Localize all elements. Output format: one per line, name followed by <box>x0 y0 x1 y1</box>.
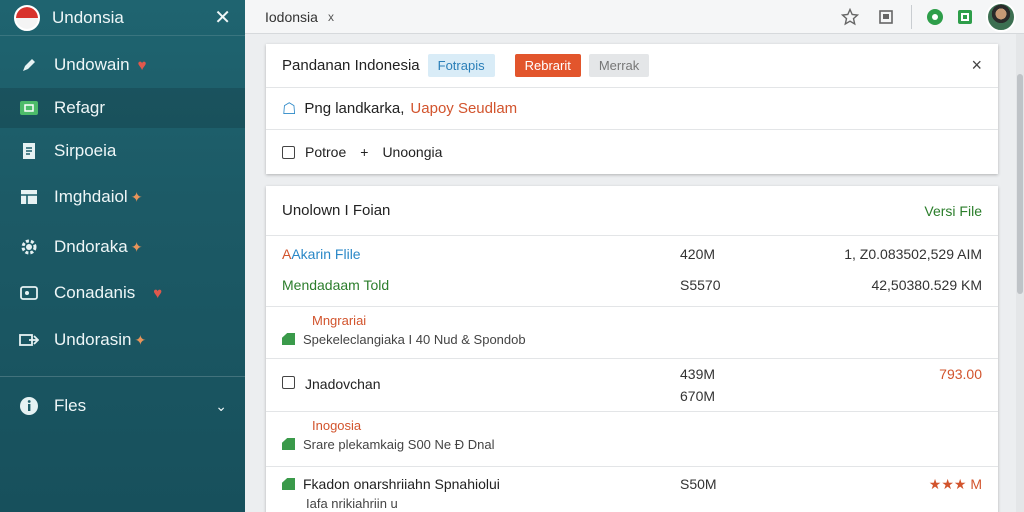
info-link-icon: ☖ <box>282 100 297 118</box>
sidebar-header: Undonsia ✕ <box>0 0 245 36</box>
file-value: 42,50380.529 KM <box>871 277 982 293</box>
tab-close-icon[interactable]: x <box>328 10 334 24</box>
sidebar-item-label: Dndoraka <box>54 237 128 256</box>
file-size-2: 670M <box>680 388 716 404</box>
item-sub: Spekeleclangiaka I 40 Nud & Spondob <box>282 332 526 347</box>
sidebar-item-undorasin[interactable]: Undorasin ✦ <box>0 320 245 360</box>
file-size: S50M <box>680 476 717 492</box>
file-icon <box>282 478 295 490</box>
avatar[interactable] <box>986 2 1016 32</box>
chevron-down-icon[interactable]: ⌄ <box>215 398 227 415</box>
sidebar-title: Undonsia <box>52 7 124 27</box>
row-label: Fkadon onarshriiahn Spnahiolui <box>282 476 500 492</box>
toolbar-icons <box>839 0 1024 34</box>
file-list-panel: Unolown I Foian Versi File AAkarin Flile… <box>266 186 998 512</box>
pencil-icon <box>18 55 40 75</box>
dialog-panel: Pandanan Indonesia Fotrapis Rebrarit Mer… <box>266 44 998 174</box>
heart-icon: ♥ <box>137 56 147 74</box>
spark-icon: ✦ <box>134 331 147 348</box>
file-size: S5570 <box>680 277 721 293</box>
file-size: 420M <box>680 246 716 262</box>
checkbox[interactable] <box>282 145 295 159</box>
sidebar-item-label: Refagr <box>54 98 106 117</box>
option-label: Unoongia <box>382 144 443 160</box>
file-value: 1, Z0.083502,529 AIM <box>844 246 982 262</box>
sidebar: Undonsia ✕ Undowain ♥ Refagr Sirpoeia Im… <box>0 0 245 512</box>
file-list-title: Unolown I Foian <box>282 202 391 219</box>
sidebar-item-label: Sirpoeia <box>54 141 117 160</box>
document-icon <box>18 141 40 161</box>
item-sub: Iafa nrikiahriin u <box>306 496 398 511</box>
spark-icon: ✦ <box>130 238 143 255</box>
sidebar-item-label: Imghdaiol <box>54 187 128 206</box>
file-size: 439M <box>680 366 716 382</box>
sidebar-item-conadanis[interactable]: Conadanis ♥ <box>0 273 245 313</box>
item-note: Mngrariai <box>312 313 367 328</box>
panel-row-info: ☖ Png landkarka, Uapoy Seudlam <box>266 88 998 130</box>
action-button-3[interactable]: Merrak <box>588 54 650 77</box>
sidebar-item-label: Fles <box>54 396 87 415</box>
extension-icon[interactable] <box>954 6 976 28</box>
checkbox[interactable] <box>282 376 295 389</box>
version-link[interactable]: Versi File <box>924 203 982 219</box>
plus-icon[interactable]: + <box>360 144 368 160</box>
contact-card-icon <box>18 283 40 303</box>
panel-header: Pandanan Indonesia Fotrapis Rebrarit Mer… <box>266 44 998 88</box>
tab-title[interactable]: Iodonsia <box>265 9 318 25</box>
item-note: Inogosia <box>312 418 362 433</box>
grid-icon <box>18 187 40 207</box>
info-text: Png landkarka, <box>304 100 405 117</box>
gear-icon <box>18 237 40 257</box>
sidebar-item-sirpoeia[interactable]: Sirpoeia <box>0 131 245 171</box>
file-icon <box>282 333 295 345</box>
sidebar-item-label: Undowain <box>54 55 130 74</box>
action-button-2[interactable]: Rebrarit <box>514 54 581 77</box>
info-link[interactable]: Uapoy Seudlam <box>410 100 517 117</box>
heart-icon: ♥ <box>153 284 163 302</box>
top-bar: Iodonsia x <box>245 0 1024 34</box>
sync-icon[interactable] <box>924 6 946 28</box>
sidebar-item-label: Undorasin <box>54 330 132 349</box>
info-icon <box>18 396 40 416</box>
sidebar-divider <box>0 376 245 377</box>
scrollbar[interactable] <box>1016 34 1024 512</box>
mail-icon <box>18 98 40 118</box>
sidebar-item-imghdaiol[interactable]: Imghdaiol ✦ <box>0 177 245 217</box>
action-button-1[interactable]: Fotrapis <box>427 54 495 77</box>
item-sub: Srare plekamkaig S00 Ne Ð Dnal <box>282 437 494 452</box>
option-label: Potroe <box>305 144 347 160</box>
spark-icon: ✦ <box>130 188 143 205</box>
rating: ★★★ M <box>928 476 982 492</box>
file-name: AAkarin Flile <box>282 246 361 262</box>
close-icon[interactable]: × <box>971 55 982 76</box>
file-list-header: Unolown I Foian Versi File <box>266 186 998 236</box>
panel-title: Pandanan Indonesia <box>282 57 420 74</box>
share-icon <box>18 330 40 350</box>
row-label: Jnadovchan <box>282 376 381 392</box>
sidebar-item-label: Conadanis <box>54 283 136 302</box>
file-icon <box>282 438 295 450</box>
window-icon[interactable] <box>875 6 897 28</box>
file-name: Mendadaam Told <box>282 277 390 293</box>
sidebar-item-refagr[interactable]: Refagr <box>0 88 245 128</box>
close-icon[interactable]: ✕ <box>214 5 231 30</box>
scrollbar-thumb[interactable] <box>1017 74 1023 294</box>
panel-row-options: Potroe + Unoongia <box>266 130 998 174</box>
sidebar-item-fles[interactable]: Fles ⌄ <box>0 386 245 426</box>
sidebar-item-dndoraka[interactable]: Dndoraka ✦ <box>0 227 245 267</box>
file-value: 793.00 <box>939 366 982 382</box>
flag-icon <box>14 4 40 31</box>
star-icon[interactable] <box>839 6 861 28</box>
toolbar-separator <box>911 5 912 29</box>
sidebar-item-undowain[interactable]: Undowain ♥ <box>0 45 245 85</box>
